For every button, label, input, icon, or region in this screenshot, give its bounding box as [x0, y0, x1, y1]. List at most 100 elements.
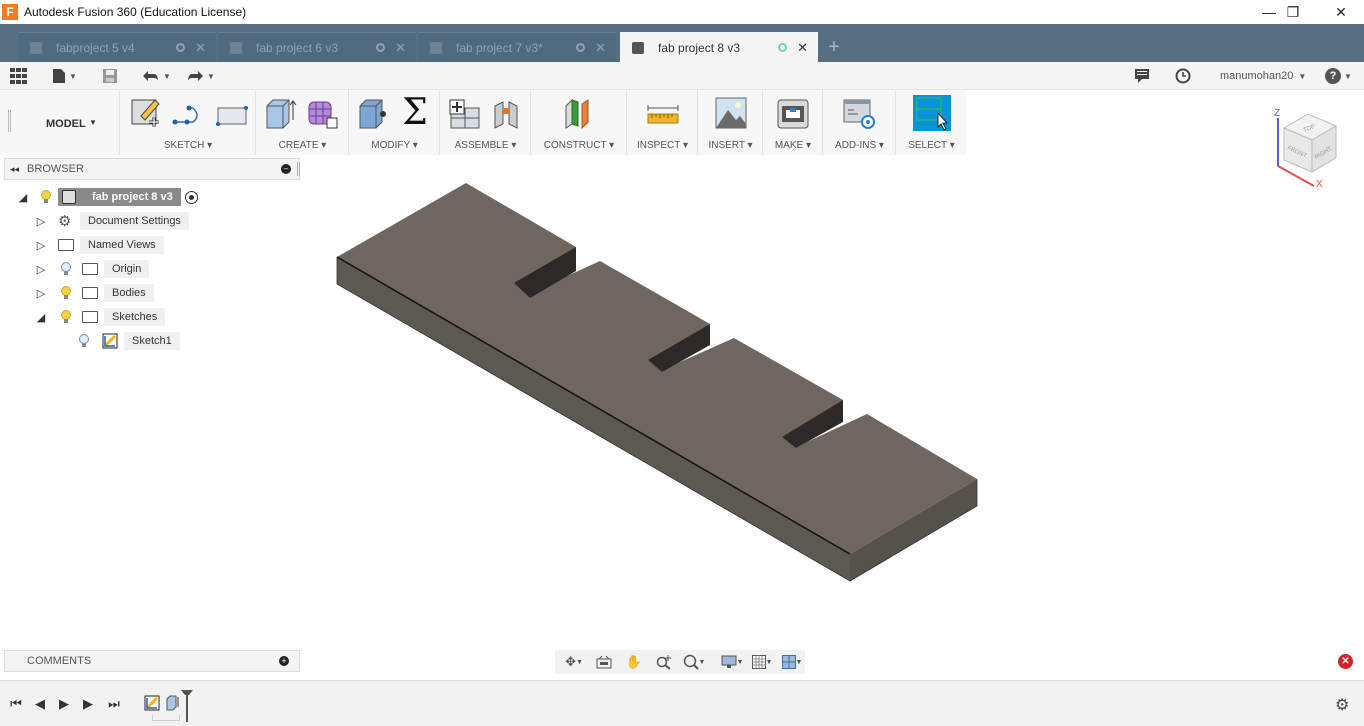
viewports-button[interactable]: ▼	[779, 652, 805, 672]
close-tab-icon[interactable]: ✕	[595, 40, 606, 56]
browser-resize-handle[interactable]	[297, 162, 300, 176]
insert-image-icon[interactable]	[714, 96, 748, 130]
assemble-menu[interactable]: ASSEMBLE ▾	[441, 140, 530, 151]
create-sketch-icon[interactable]	[129, 96, 163, 130]
go-to-start-button[interactable]: ⏮	[8, 695, 24, 713]
user-menu[interactable]: manumohan20 ▼	[1220, 67, 1306, 85]
timeline-sketch-feature[interactable]	[144, 695, 160, 711]
close-tab-icon[interactable]: ✕	[797, 40, 808, 56]
add-ins-group[interactable]: ADD-INS ▾	[824, 90, 896, 155]
browser-item-sketch1[interactable]: Sketch1	[78, 331, 180, 351]
sum-icon[interactable]: Σ	[398, 95, 432, 131]
tab-fab-project-6[interactable]: fab project 6 v3 ✕	[218, 32, 416, 62]
grid-snaps-button[interactable]: ▼	[749, 652, 775, 672]
job-status-button[interactable]	[1175, 67, 1191, 85]
comments-panel-header[interactable]: COMMENTS +	[4, 650, 300, 672]
browser-item-origin[interactable]: ▷ Origin	[36, 259, 150, 279]
inspect-group[interactable]: INSPECT ▾	[628, 90, 698, 155]
visibility-bulb-icon[interactable]	[60, 310, 72, 324]
create-group[interactable]: CREATE ▾	[257, 90, 349, 155]
notifications-button[interactable]	[1134, 67, 1150, 85]
activate-component-radio[interactable]	[184, 190, 198, 204]
sketch-menu[interactable]: SKETCH ▾	[121, 140, 255, 151]
visibility-bulb-off-icon[interactable]	[78, 334, 90, 348]
minimize-browser-icon[interactable]: –	[281, 164, 291, 174]
save-button[interactable]	[102, 67, 118, 85]
step-back-button[interactable]: ◀	[32, 695, 48, 713]
help-menu[interactable]: ? ▼	[1325, 67, 1352, 85]
offset-plane-icon[interactable]	[562, 96, 596, 130]
collapsed-triangle-icon[interactable]: ▷	[36, 239, 46, 252]
select-group[interactable]: SELECT ▾	[897, 90, 966, 155]
browser-item-document-settings[interactable]: ▷ ⚙ Document Settings	[36, 211, 189, 231]
timeline-extrude-feature[interactable]	[166, 695, 180, 711]
browser-panel-header[interactable]: ◂◂ BROWSER –	[4, 158, 300, 180]
browser-item-bodies[interactable]: ▷ Bodies	[36, 283, 154, 303]
assemble-group[interactable]: ASSEMBLE ▾	[441, 90, 531, 155]
go-to-end-button[interactable]: ⏭	[106, 695, 122, 713]
add-comment-icon[interactable]: +	[279, 656, 289, 666]
restore-button[interactable]: ❐	[1270, 0, 1316, 24]
tab-fabproject-5[interactable]: fabproject 5 v4 ✕	[18, 32, 216, 62]
timeline-settings-gear-icon[interactable]: ⚙	[1335, 695, 1349, 715]
collapsed-triangle-icon[interactable]: ▷	[36, 287, 46, 300]
redo-button[interactable]: ▼	[186, 67, 215, 85]
fit-button[interactable]: ▼	[681, 652, 707, 672]
modify-menu[interactable]: MODIFY ▾	[350, 140, 439, 151]
rectangle-icon[interactable]	[215, 96, 249, 130]
data-panel-button[interactable]	[10, 67, 28, 85]
new-component-icon[interactable]	[447, 96, 481, 130]
close-window-button[interactable]: ✕	[1318, 0, 1364, 24]
sketch-group[interactable]: SKETCH ▾	[121, 90, 256, 155]
close-tab-icon[interactable]: ✕	[395, 40, 406, 56]
create-menu[interactable]: CREATE ▾	[257, 140, 348, 151]
collapsed-triangle-icon[interactable]: ▷	[36, 215, 46, 228]
tab-fab-project-8[interactable]: fab project 8 v3 ✕	[620, 32, 818, 62]
undo-button[interactable]: ▼	[142, 67, 171, 85]
construct-menu[interactable]: CONSTRUCT ▾	[532, 140, 626, 151]
error-status-icon[interactable]: ✕	[1338, 654, 1353, 669]
browser-root-node[interactable]: ◢ fab project 8 v3	[18, 187, 198, 207]
workspace-switcher[interactable]: MODEL ▼	[0, 90, 120, 155]
browser-item-named-views[interactable]: ▷ Named Views	[36, 235, 164, 255]
look-at-button[interactable]	[591, 652, 617, 672]
select-menu[interactable]: SELECT ▾	[897, 140, 966, 151]
3d-print-icon[interactable]	[776, 96, 810, 130]
visibility-bulb-icon[interactable]	[40, 190, 52, 204]
select-icon[interactable]	[913, 95, 951, 131]
modify-group[interactable]: Σ MODIFY ▾	[350, 90, 440, 155]
new-tab-button[interactable]: +	[820, 32, 848, 62]
add-ins-menu[interactable]: ADD-INS ▾	[824, 140, 895, 151]
construct-group[interactable]: CONSTRUCT ▾	[532, 90, 627, 155]
make-group[interactable]: MAKE ▾	[764, 90, 823, 155]
visibility-bulb-icon[interactable]	[60, 286, 72, 300]
insert-group[interactable]: INSERT ▾	[699, 90, 763, 155]
press-pull-icon[interactable]	[356, 96, 390, 130]
scripts-addins-icon[interactable]	[842, 96, 876, 130]
measure-icon[interactable]	[646, 96, 680, 130]
3d-viewport[interactable]	[302, 155, 1364, 645]
zoom-button[interactable]	[651, 652, 677, 672]
browser-item-sketches[interactable]: ◢ Sketches	[36, 307, 166, 327]
expanded-triangle-icon[interactable]: ◢	[36, 311, 46, 324]
file-menu-button[interactable]: ▼	[52, 67, 77, 85]
display-settings-button[interactable]: ▼	[719, 652, 745, 672]
form-icon[interactable]	[305, 96, 339, 130]
extrude-icon[interactable]	[263, 96, 297, 130]
expanded-triangle-icon[interactable]: ◢	[18, 191, 28, 204]
play-button[interactable]: ▶	[56, 695, 72, 713]
orbit-button[interactable]: ✥ ▼	[561, 652, 587, 672]
model-canvas[interactable]	[302, 155, 1364, 645]
visibility-bulb-off-icon[interactable]	[60, 262, 72, 276]
close-tab-icon[interactable]: ✕	[195, 40, 206, 56]
timeline-marker[interactable]	[180, 689, 194, 723]
root-component-label[interactable]: fab project 8 v3	[58, 188, 181, 206]
collapsed-triangle-icon[interactable]: ▷	[36, 263, 46, 276]
spline-icon[interactable]	[171, 96, 205, 130]
pan-button[interactable]: ✋	[621, 652, 647, 672]
insert-menu[interactable]: INSERT ▾	[699, 140, 762, 151]
joint-icon[interactable]	[489, 96, 523, 130]
collapse-browser-icon[interactable]: ◂◂	[10, 164, 19, 175]
inspect-menu[interactable]: INSPECT ▾	[628, 140, 697, 151]
view-cube[interactable]: TOP FRONT RIGHT Z X	[1270, 104, 1350, 190]
